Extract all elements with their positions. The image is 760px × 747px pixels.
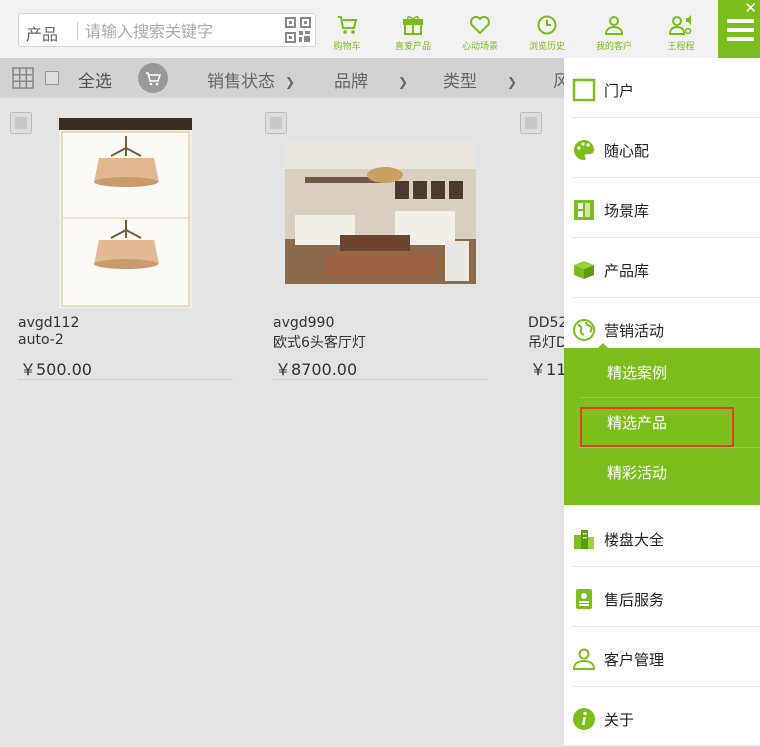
- menu-toggle-button[interactable]: ✕: [718, 0, 760, 58]
- cart-icon: [338, 16, 358, 34]
- filter-bar: 全选 销售状态 ❯ 品牌 ❯ 类型 ❯ 风: [0, 58, 570, 98]
- menu-item-match[interactable]: 随心配: [564, 118, 760, 178]
- selection-highlight: [580, 407, 734, 447]
- gift-icon: [403, 16, 423, 35]
- menu-item-portal[interactable]: 门户: [564, 58, 760, 118]
- square-icon: [572, 78, 596, 102]
- search-box[interactable]: 产品: [18, 13, 316, 47]
- close-icon[interactable]: ✕: [744, 1, 757, 16]
- menu-item-label: 场景库: [604, 202, 650, 220]
- toolbar-scenes[interactable]: 心动场景: [450, 14, 510, 52]
- dropdown-type[interactable]: 类型 ❯: [443, 67, 517, 92]
- hamburger-icon: [727, 19, 754, 23]
- product-image: [59, 118, 192, 308]
- menu-item-label: 营销活动: [604, 322, 665, 340]
- select-all-checkbox[interactable]: [45, 71, 59, 85]
- hamburger-bar: [727, 37, 754, 41]
- palette-icon: [574, 140, 594, 160]
- submenu-item-events[interactable]: 精彩活动: [579, 448, 760, 498]
- grid-view-icon[interactable]: [12, 67, 34, 89]
- product-code: avgd990: [273, 315, 335, 331]
- globe-icon: [573, 319, 595, 341]
- product-price: ￥11: [530, 360, 567, 379]
- product-name: auto-2: [18, 332, 64, 348]
- toolbar-scenes-label: 心动场景: [461, 42, 498, 52]
- search-category[interactable]: 产品: [26, 21, 58, 45]
- menu-item-scenes[interactable]: 场景库: [564, 178, 760, 238]
- menu-item-label: 关于: [604, 711, 635, 729]
- clock-icon: [537, 15, 557, 35]
- dropdown-label: 销售状态: [207, 72, 275, 92]
- buildings-icon: [574, 530, 594, 549]
- search-input[interactable]: [83, 18, 287, 44]
- marketing-submenu: 精选案例 精选产品 精彩活动: [564, 348, 760, 505]
- menu-item-about[interactable]: 关于: [564, 687, 760, 747]
- toolbar-history[interactable]: 浏览历史: [517, 14, 577, 52]
- toolbar-history-label: 浏览历史: [528, 42, 565, 52]
- search-separator: [77, 22, 78, 40]
- dropdown-sales-status[interactable]: 销售状态 ❯: [207, 67, 295, 92]
- product-checkbox[interactable]: [10, 112, 32, 134]
- chevron-down-icon: ❯: [507, 75, 518, 89]
- product-checkbox[interactable]: [520, 112, 542, 134]
- product-price: ￥500.00: [20, 360, 92, 379]
- card-divider: [18, 379, 233, 380]
- submenu-item-featured-cases[interactable]: 精选案例: [579, 348, 760, 398]
- product-card[interactable]: avgd112 auto-2 ￥500.00: [0, 98, 240, 388]
- cart-icon: [146, 72, 162, 86]
- service-icon: [576, 589, 592, 609]
- toolbar-favorites[interactable]: 喜爱产品: [383, 14, 443, 52]
- product-name: 吊灯D: [528, 335, 567, 351]
- product-price: ￥8700.00: [275, 360, 358, 379]
- menu-item-label: 产品库: [604, 262, 650, 280]
- person-icon: [572, 648, 596, 670]
- chevron-down-icon: ❯: [398, 75, 409, 89]
- hamburger-bar: [727, 28, 754, 32]
- chevron-down-icon: ❯: [285, 75, 296, 89]
- menu-item-label: 楼盘大全: [604, 531, 665, 549]
- side-menu: 门户 随心配 场景库 产品库 营销活动 精选案例 精选产品 精彩活动 楼盘大全 …: [564, 58, 760, 745]
- menu-item-products[interactable]: 产品库: [564, 238, 760, 298]
- toolbar-cart-label: 购物车: [333, 42, 361, 52]
- cart-button[interactable]: [138, 63, 168, 93]
- product-checkbox[interactable]: [265, 112, 287, 134]
- select-all-label[interactable]: 全选: [78, 67, 112, 92]
- menu-item-label: 售后服务: [604, 591, 665, 609]
- toolbar-customers[interactable]: 我的客户: [584, 14, 644, 52]
- toolbar-cart[interactable]: 购物车: [317, 14, 377, 52]
- scene-icon: [574, 200, 594, 220]
- menu-item-label: 客户管理: [604, 651, 665, 669]
- menu-item-after-sales[interactable]: 售后服务: [564, 567, 760, 627]
- top-bar: 产品 购物车 喜爱产品 心动场景 浏览历史 我的客户: [0, 0, 760, 58]
- user-icon: [604, 16, 624, 35]
- toolbar-favorites-label: 喜爱产品: [394, 42, 431, 52]
- toolbar-user-label: 王程程: [667, 42, 695, 52]
- menu-item-properties[interactable]: 楼盘大全: [564, 507, 760, 567]
- dropdown-brand[interactable]: 品牌 ❯: [334, 67, 408, 92]
- product-code: DD52: [528, 315, 568, 331]
- user-speaker-icon: [668, 15, 692, 35]
- menu-item-label: 随心配: [604, 142, 650, 160]
- product-code: avgd112: [18, 315, 80, 331]
- qr-code-icon[interactable]: [285, 17, 311, 43]
- menu-item-customers[interactable]: 客户管理: [564, 627, 760, 687]
- heart-icon: [470, 16, 490, 35]
- submenu-item-label: 精选案例: [607, 364, 668, 382]
- dropdown-label: 品牌: [334, 72, 368, 92]
- product-name: 欧式6头客厅灯: [273, 335, 366, 351]
- dropdown-label: 类型: [443, 72, 477, 92]
- product-card[interactable]: avgd990 欧式6头客厅灯 ￥8700.00: [255, 98, 495, 388]
- toolbar-customers-label: 我的客户: [595, 42, 632, 52]
- card-divider: [273, 379, 488, 380]
- product-image: [285, 141, 476, 284]
- toolbar-user[interactable]: 王程程: [651, 14, 711, 52]
- menu-item-label: 门户: [604, 82, 635, 100]
- submenu-item-label: 精彩活动: [607, 464, 668, 482]
- box-icon: [574, 261, 594, 279]
- info-icon: [573, 708, 595, 730]
